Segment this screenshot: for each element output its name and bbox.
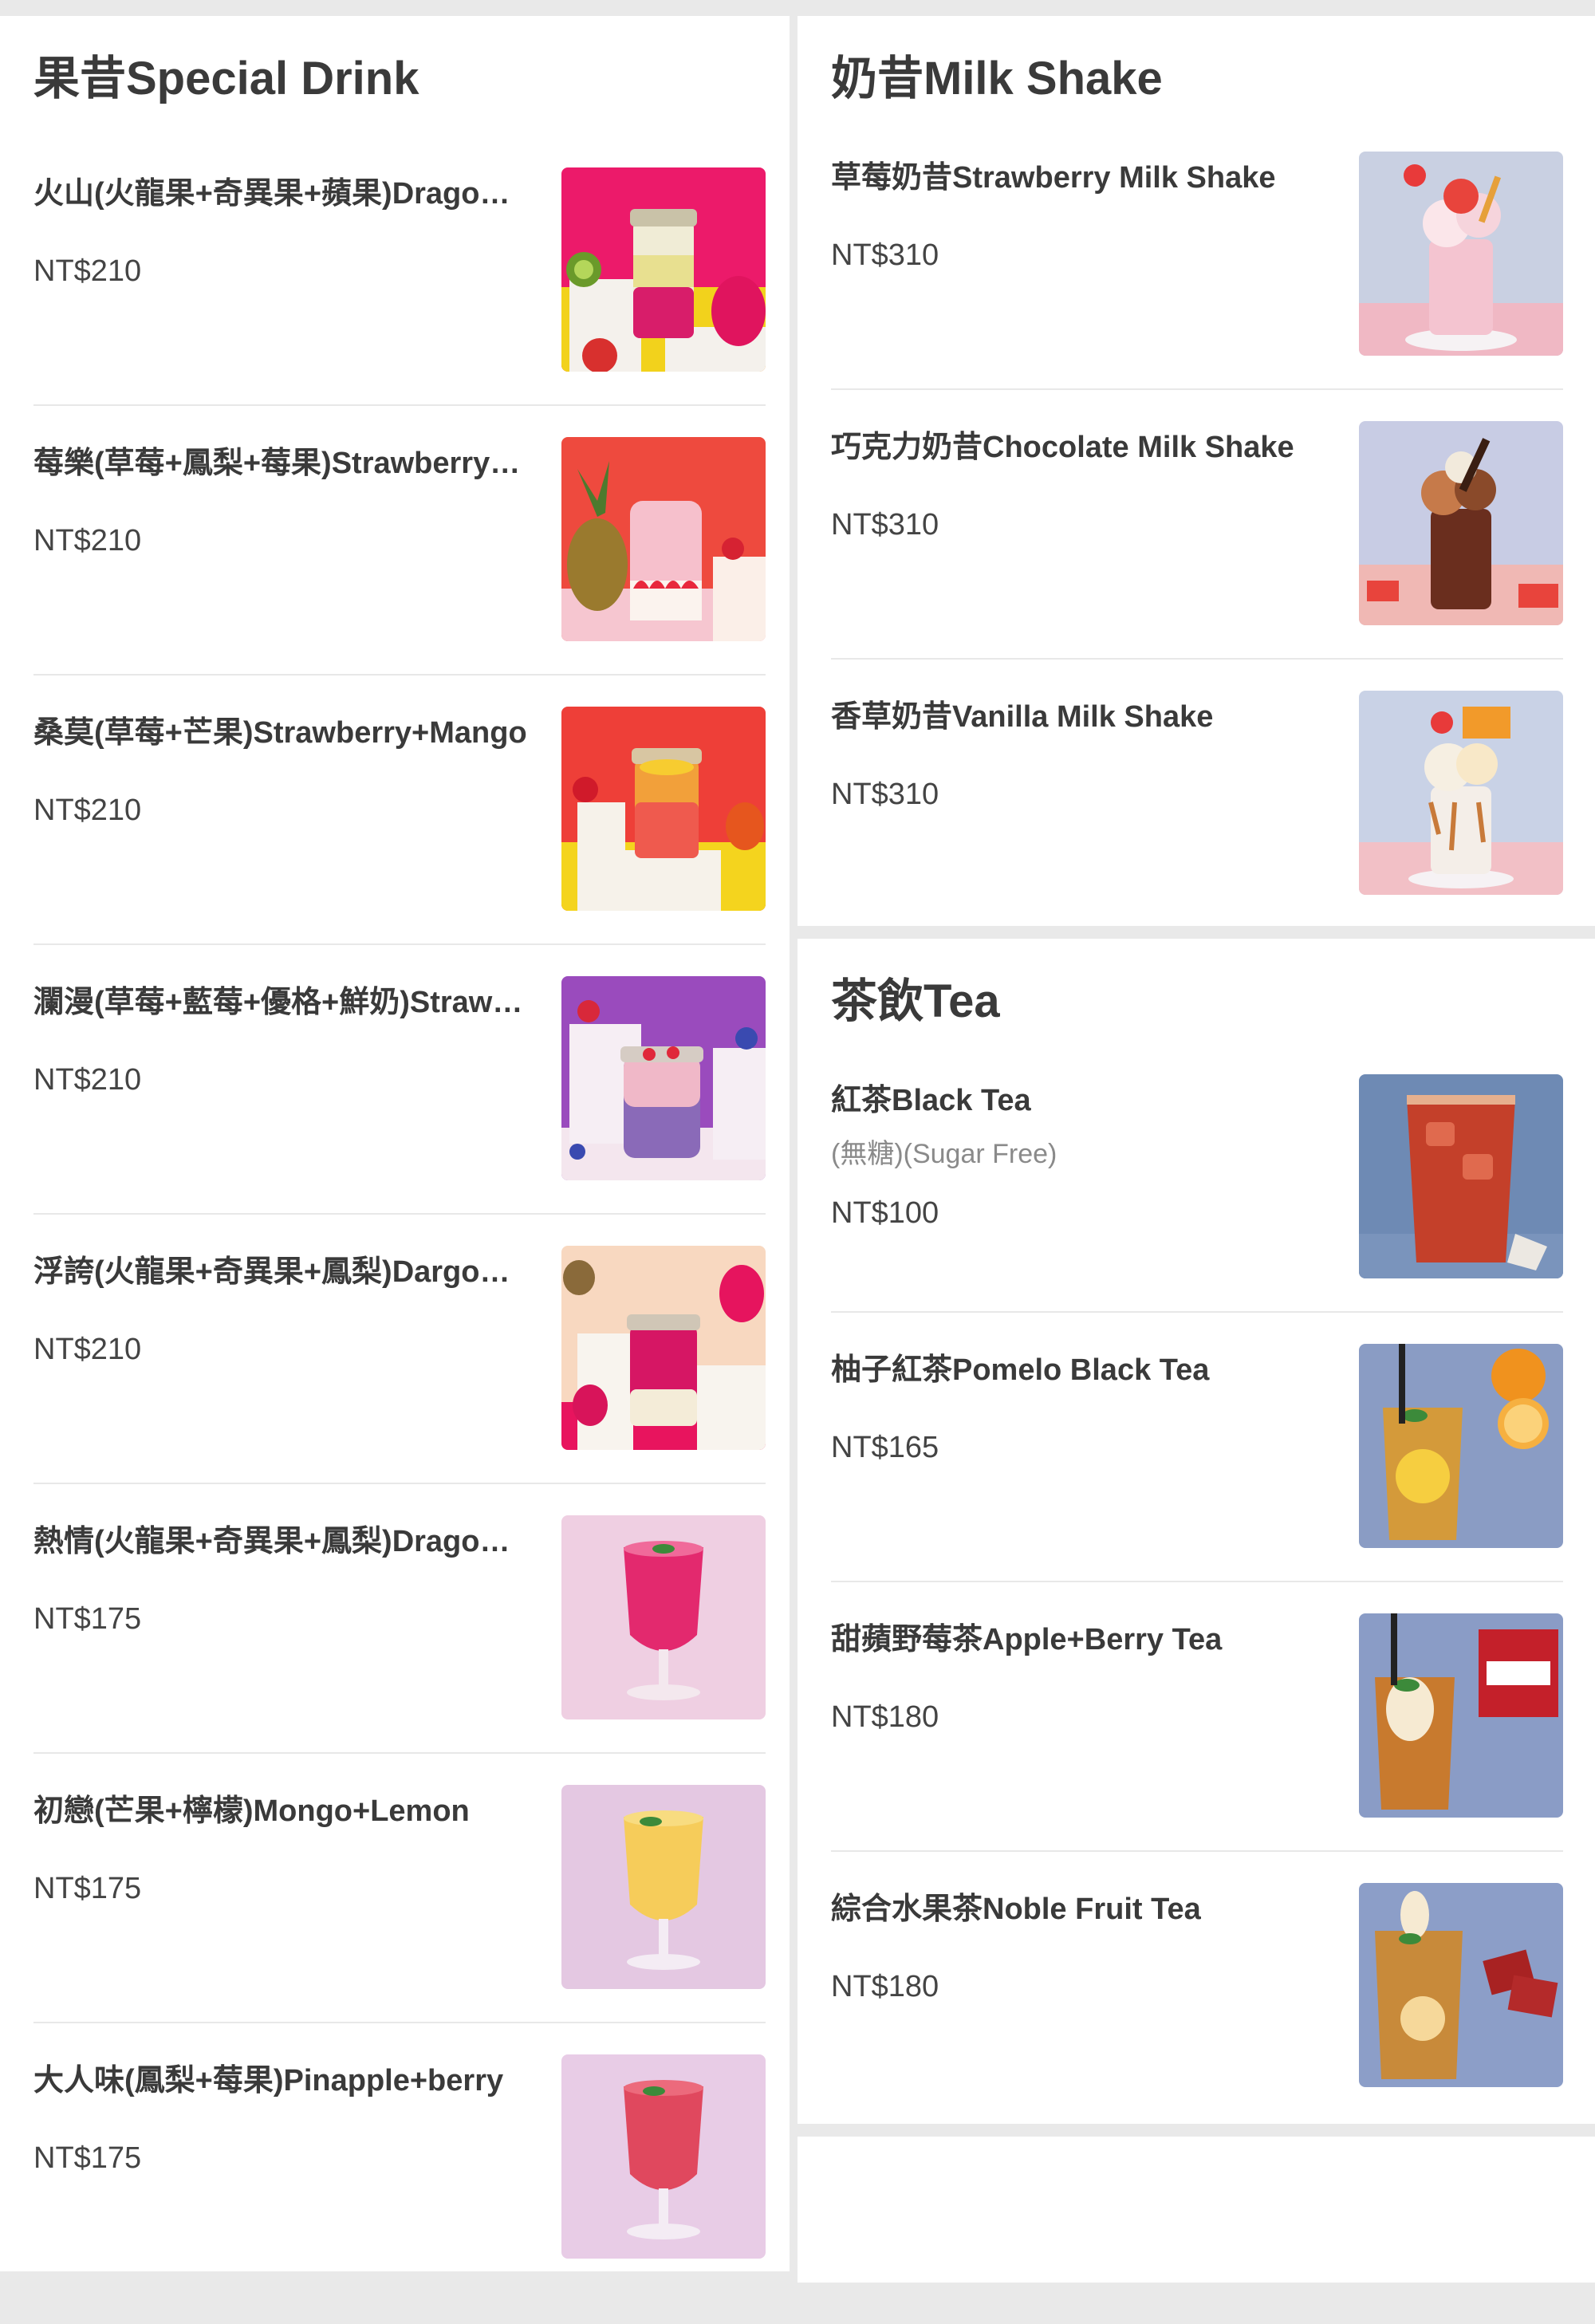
item-price: NT$210 <box>33 1333 142 1366</box>
item-name: 紅茶Black Tea <box>831 1084 1031 1117</box>
item-name: 浮誇(火龍果+奇異果+鳳梨)Dargon fruit+Kiwi+Pineappl… <box>33 1255 528 1289</box>
special-drink-section: 果昔Special Drink 火山(火龍果+奇異果+蘋果)Dragon fru… <box>0 16 790 2271</box>
item-description: (無糖)(Sugar Free) <box>831 1139 1057 1169</box>
menu-item-black-tea[interactable]: 紅茶Black Tea (無糖)(Sugar Free) NT$100 <box>831 1074 1563 1344</box>
item-name: 火山(火龍果+奇異果+蘋果)Dragon fruit+Kiwi+Apple <box>33 177 528 211</box>
apple-berry-tea-photo[interactable] <box>1359 1613 1563 1818</box>
item-price: NT$210 <box>33 254 142 288</box>
item-name: 大人味(鳳梨+莓果)Pinapple+berry <box>33 2064 504 2098</box>
divider <box>33 1752 766 1754</box>
section-title-special-drink: 果昔Special Drink <box>33 53 419 104</box>
item-price: NT$310 <box>831 778 939 811</box>
strawberry-shake-photo[interactable] <box>1359 152 1563 356</box>
menu-item-adult-taste[interactable]: 大人味(鳳梨+莓果)Pinapple+berry NT$175 <box>33 2054 766 2324</box>
menu-item-berry-joy[interactable]: 莓樂(草莓+鳳梨+莓果)Strawberry+Pineapple+Berry N… <box>33 437 766 707</box>
tea-section: 茶飲Tea 紅茶Black Tea (無糖)(Sugar Free) NT$10… <box>798 939 1595 2124</box>
item-price: NT$175 <box>33 2141 142 2175</box>
item-price: NT$180 <box>831 1700 939 1734</box>
item-name: 甜蘋野莓茶Apple+Berry Tea <box>831 1623 1223 1656</box>
menu-item-romance[interactable]: 瀾漫(草莓+藍莓+優格+鮮奶)Strawberry+Blueberry+Yogu… <box>33 976 766 1246</box>
divider <box>831 658 1563 660</box>
divider <box>831 1581 1563 1582</box>
empty-panel <box>798 2137 1595 2283</box>
menu-item-vanilla-milk-shake[interactable]: 香草奶昔Vanilla Milk Shake NT$310 <box>831 691 1563 960</box>
item-price: NT$175 <box>33 1602 142 1636</box>
menu-item-volcano[interactable]: 火山(火龍果+奇異果+蘋果)Dragon fruit+Kiwi+Apple NT… <box>33 167 766 437</box>
divider <box>33 2022 766 2023</box>
black-tea-photo[interactable] <box>1359 1074 1563 1278</box>
item-name: 香草奶昔Vanilla Milk Shake <box>831 700 1214 734</box>
item-name: 綜合水果茶Noble Fruit Tea <box>831 1893 1201 1926</box>
item-name: 草莓奶昔Strawberry Milk Shake <box>831 161 1276 195</box>
divider <box>831 1850 1563 1852</box>
item-price: NT$210 <box>33 794 142 827</box>
item-name: 柚子紅茶Pomelo Black Tea <box>831 1353 1210 1387</box>
milk-shake-section: 奶昔Milk Shake 草莓奶昔Strawberry Milk Shake N… <box>798 16 1595 926</box>
item-name: 瀾漫(草莓+藍莓+優格+鮮奶)Strawberry+Blueberry+Yogu… <box>33 986 528 1019</box>
divider <box>831 1311 1563 1313</box>
section-title-milk-shake: 奶昔Milk Shake <box>831 53 1163 104</box>
item-name: 莓樂(草莓+鳳梨+莓果)Strawberry+Pineapple+Berry <box>33 447 528 480</box>
divider <box>33 1483 766 1484</box>
berry-yogurt-jar-photo[interactable] <box>561 976 766 1180</box>
menu-item-summer[interactable]: 桑莫(草莓+芒果)Strawberry+Mango NT$210 <box>33 707 766 976</box>
menu-item-flamboyant[interactable]: 浮誇(火龍果+奇異果+鳳梨)Dargon fruit+Kiwi+Pineappl… <box>33 1246 766 1515</box>
item-price: NT$175 <box>33 1872 142 1905</box>
strawberry-mango-jar-photo[interactable] <box>561 707 766 911</box>
mango-lemon-glass-photo[interactable] <box>561 1785 766 1989</box>
magenta-smoothie-glass-photo[interactable] <box>561 1515 766 1719</box>
item-name: 桑莫(草莓+芒果)Strawberry+Mango <box>33 716 527 750</box>
menu-item-chocolate-milk-shake[interactable]: 巧克力奶昔Chocolate Milk Shake NT$310 <box>831 421 1563 691</box>
fruit-tea-photo[interactable] <box>1359 1883 1563 2087</box>
divider <box>33 943 766 945</box>
item-name: 初戀(芒果+檸檬)Mongo+Lemon <box>33 1794 470 1828</box>
item-price: NT$210 <box>33 524 142 557</box>
item-price: NT$310 <box>831 238 939 272</box>
menu-item-apple-berry-tea[interactable]: 甜蘋野莓茶Apple+Berry Tea NT$180 <box>831 1613 1563 1883</box>
dragonfruit-pineapple-jar-photo[interactable] <box>561 1246 766 1450</box>
menu-item-strawberry-milk-shake[interactable]: 草莓奶昔Strawberry Milk Shake NT$310 <box>831 152 1563 421</box>
divider <box>33 674 766 676</box>
divider <box>33 404 766 406</box>
pomelo-tea-photo[interactable] <box>1359 1344 1563 1548</box>
divider <box>831 388 1563 390</box>
section-title-tea: 茶飲Tea <box>831 975 1000 1027</box>
item-price: NT$310 <box>831 508 939 542</box>
menu-item-first-love[interactable]: 初戀(芒果+檸檬)Mongo+Lemon NT$175 <box>33 1785 766 2054</box>
item-price: NT$210 <box>33 1063 142 1097</box>
item-name: 巧克力奶昔Chocolate Milk Shake <box>831 431 1294 464</box>
item-name: 熱情(火龍果+奇異果+鳳梨)Dragon fruit+Kiwi+Pineappl… <box>33 1525 528 1558</box>
strawberry-pineapple-jar-photo[interactable] <box>561 437 766 641</box>
vanilla-shake-photo[interactable] <box>1359 691 1563 895</box>
menu-item-noble-fruit-tea[interactable]: 綜合水果茶Noble Fruit Tea NT$180 <box>831 1883 1563 2153</box>
menu-item-pomelo-black-tea[interactable]: 柚子紅茶Pomelo Black Tea NT$165 <box>831 1344 1563 1613</box>
menu-item-passion[interactable]: 熱情(火龍果+奇異果+鳳梨)Dragon fruit+Kiwi+Pineappl… <box>33 1515 766 1785</box>
dragonfruit-kiwi-jar-photo[interactable] <box>561 167 766 372</box>
item-price: NT$100 <box>831 1196 939 1230</box>
berry-smoothie-glass-photo[interactable] <box>561 2054 766 2259</box>
chocolate-shake-photo[interactable] <box>1359 421 1563 625</box>
item-price: NT$180 <box>831 1970 939 2003</box>
divider <box>33 1213 766 1215</box>
item-price: NT$165 <box>831 1431 939 1464</box>
